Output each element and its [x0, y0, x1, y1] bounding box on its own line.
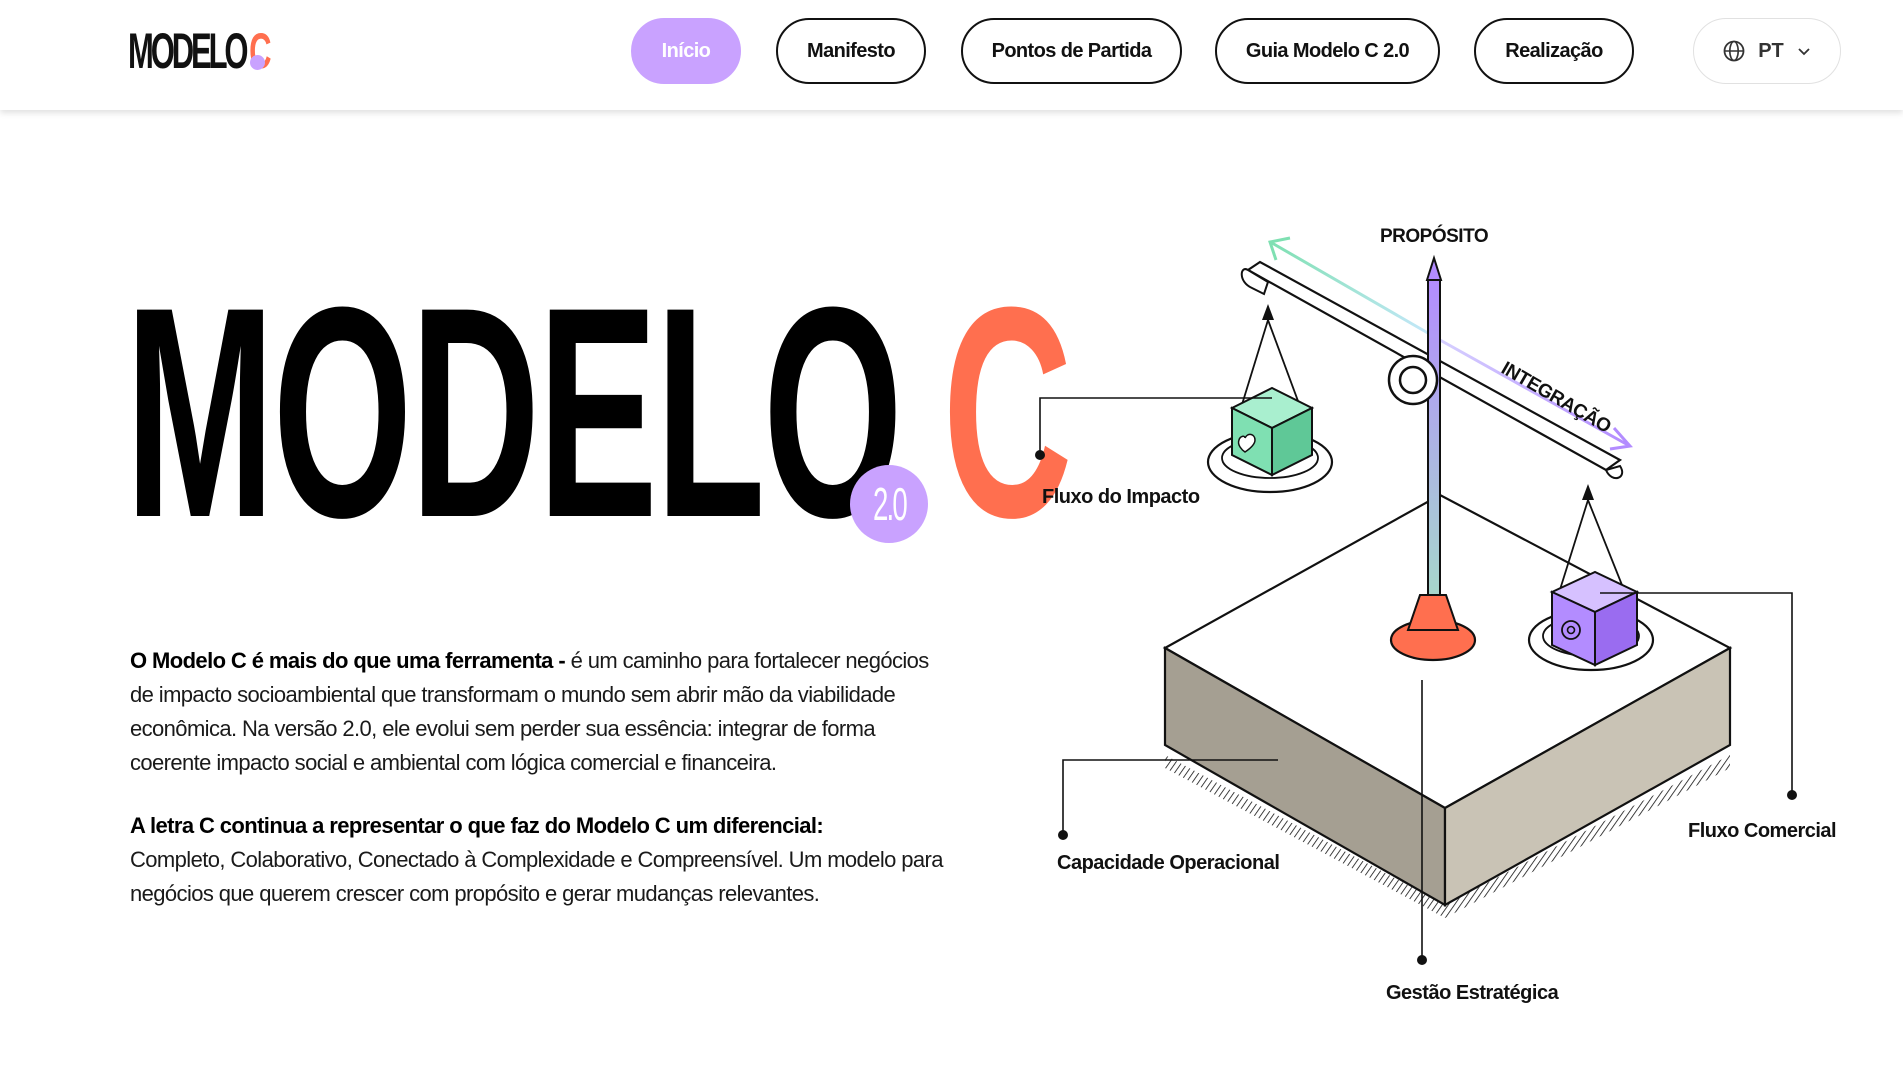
version-badge: 2.0: [850, 465, 928, 543]
arrow-right-head: [1609, 427, 1633, 451]
right-pan-hook: [1582, 484, 1594, 500]
pole-tip: [1425, 254, 1443, 281]
logo[interactable]: MODELO C: [128, 23, 272, 79]
leader-dot-gestao: [1417, 955, 1427, 965]
version-text: 2.0: [872, 478, 908, 530]
site-header: MODELO C Início Manifesto Pontos de Part…: [0, 0, 1903, 110]
balance-scale-illustration: PROPÓSITO INTEGRAÇÃO Fluxo do Impacto Fl…: [1000, 200, 1900, 1030]
leader-dot-fluxo-comercial: [1787, 790, 1797, 800]
label-capacidade: Capacidade Operacional: [1057, 852, 1280, 874]
leader-dot-fluxo-impacto: [1035, 450, 1045, 460]
nav-pontos-de-partida-button[interactable]: Pontos de Partida: [961, 18, 1182, 84]
balance-scale-drawing: [1035, 236, 1797, 965]
language-label: PT: [1758, 39, 1784, 62]
letter-c-paragraph-bold: A letra C continua a representar o que f…: [130, 813, 824, 838]
left-pan-hook: [1262, 304, 1274, 320]
letter-c-paragraph-text: Completo, Colaborativo, Conectado à Comp…: [130, 847, 943, 906]
intro-paragraph: O Modelo C é mais do que uma ferramenta …: [130, 644, 950, 780]
beam-pivot-hole: [1398, 365, 1428, 395]
label-proposito: PROPÓSITO: [1380, 226, 1489, 247]
language-selector[interactable]: PT: [1693, 18, 1841, 84]
nav-realizacao-button[interactable]: Realização: [1474, 18, 1634, 84]
nav-inicio-button[interactable]: Início: [631, 18, 741, 84]
hero-title: MODELO C: [125, 244, 1073, 580]
letter-c-paragraph: A letra C continua a representar o que f…: [130, 809, 950, 911]
intro-paragraph-bold: O Modelo C é mais do que uma ferramenta …: [130, 648, 566, 673]
label-fluxo-impacto: Fluxo do Impacto: [1042, 486, 1200, 508]
logo-text: MODELO: [128, 23, 249, 79]
leader-dot-capacidade: [1058, 830, 1068, 840]
label-gestao: Gestão Estratégica: [1386, 982, 1559, 1004]
globe-icon: [1723, 40, 1745, 62]
logo-badge: [250, 55, 265, 70]
hero-title-text: MODELO: [125, 244, 903, 580]
chevron-down-icon: [1798, 48, 1810, 56]
nav-guia-button[interactable]: Guia Modelo C 2.0: [1215, 18, 1440, 84]
label-fluxo-comercial: Fluxo Comercial: [1688, 820, 1837, 842]
scale-pole: [1427, 277, 1441, 619]
nav-manifesto-button[interactable]: Manifesto: [776, 18, 926, 84]
